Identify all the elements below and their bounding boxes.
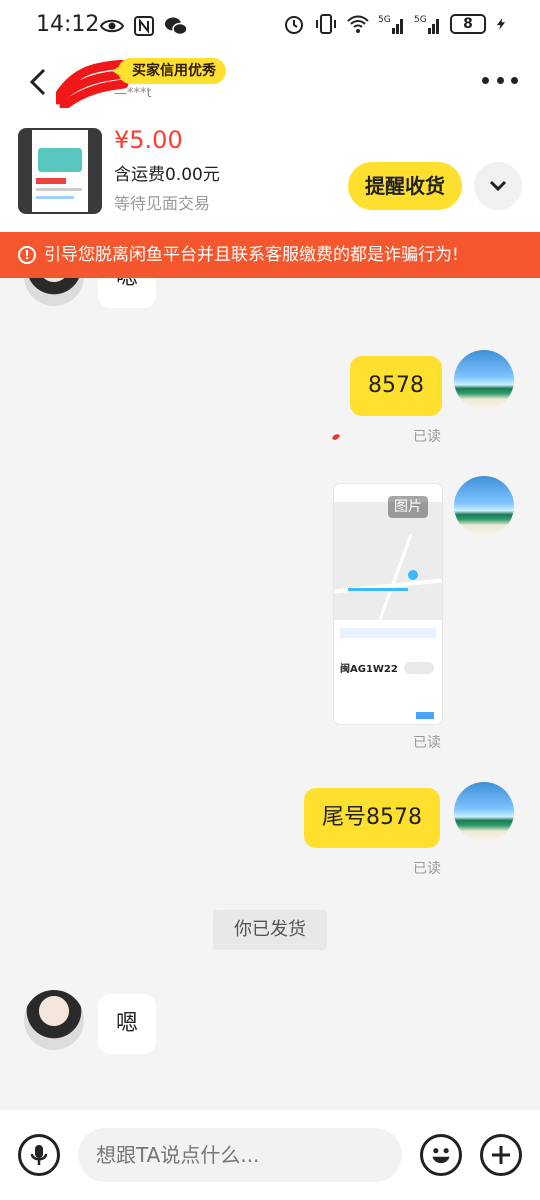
credit-badge-label: 买家信用优秀 bbox=[132, 63, 216, 79]
stray-mark bbox=[331, 432, 341, 442]
signal-5g-icon: 5G bbox=[378, 15, 403, 34]
product-thumbnail[interactable] bbox=[18, 128, 102, 214]
my-avatar[interactable] bbox=[454, 476, 514, 536]
status-left-icons bbox=[100, 14, 188, 38]
battery-icon: 8 bbox=[450, 14, 486, 34]
alarm-icon bbox=[285, 16, 303, 34]
svg-text:5G: 5G bbox=[378, 15, 391, 25]
more-options-button[interactable] bbox=[482, 70, 518, 90]
trade-status: 等待见面交易 bbox=[114, 194, 211, 213]
message-input[interactable] bbox=[78, 1128, 402, 1182]
emoji-icon[interactable] bbox=[420, 1134, 462, 1176]
wechat-icon bbox=[165, 17, 188, 36]
product-card[interactable]: ¥5.00 含运费0.00元 等待见面交易 提醒收货 bbox=[0, 116, 540, 232]
voice-input-button[interactable] bbox=[18, 1134, 60, 1176]
expand-button[interactable] bbox=[474, 162, 522, 210]
read-status: 已读 bbox=[413, 861, 441, 877]
microphone-icon bbox=[30, 1145, 48, 1165]
fraud-warning-overlay: ! 引导您脱离闲鱼平台并且联系客服缴费的都是诈骗行为! bbox=[0, 232, 540, 278]
seller-avatar[interactable] bbox=[24, 990, 84, 1050]
wifi-icon bbox=[347, 15, 369, 33]
seller-subtitle: —***t bbox=[114, 86, 152, 101]
image-label: 图片 bbox=[388, 496, 428, 518]
back-arrow-icon[interactable] bbox=[22, 64, 58, 100]
remind-receipt-button[interactable]: 提醒收货 bbox=[348, 162, 462, 210]
input-bar bbox=[0, 1110, 540, 1200]
eye-icon bbox=[100, 19, 124, 33]
add-attachment-button[interactable] bbox=[480, 1134, 522, 1176]
warning-icon: ! bbox=[18, 246, 36, 264]
image-plate-text: 闽AG1W22 bbox=[340, 664, 398, 675]
status-bar: 14:12 5G 5G 8 bbox=[0, 0, 540, 52]
chevron-down-icon bbox=[489, 180, 507, 192]
status-time: 14:12 bbox=[36, 12, 100, 37]
fraud-warning-text: 引导您脱离闲鱼平台并且联系客服缴费的都是诈骗行为! bbox=[44, 245, 459, 265]
my-message: 尾号8578 bbox=[304, 788, 440, 848]
image-message[interactable]: 闽AG1W22 bbox=[334, 484, 442, 724]
shipping-fee: 含运费0.00元 bbox=[114, 165, 220, 185]
charging-icon bbox=[496, 18, 506, 30]
vibrate-icon bbox=[316, 14, 336, 34]
nfc-icon bbox=[134, 16, 154, 36]
read-status: 已读 bbox=[413, 429, 441, 445]
plus-icon bbox=[492, 1146, 510, 1164]
status-right-icons: 5G 5G 8 bbox=[282, 12, 508, 36]
credit-badge: 买家信用优秀 bbox=[112, 58, 226, 84]
svg-text:5G: 5G bbox=[414, 15, 427, 25]
chat-header: 买家信用优秀 —***t bbox=[0, 52, 540, 116]
product-price: ¥5.00 bbox=[114, 126, 183, 154]
signal-5g-icon: 5G bbox=[414, 15, 439, 34]
read-status: 已读 bbox=[413, 735, 441, 751]
system-message: 你已发货 bbox=[213, 910, 327, 950]
seller-message: 嗯 bbox=[98, 994, 157, 1054]
my-message: 8578 bbox=[350, 356, 442, 416]
my-avatar[interactable] bbox=[454, 350, 514, 410]
my-avatar[interactable] bbox=[454, 782, 514, 842]
